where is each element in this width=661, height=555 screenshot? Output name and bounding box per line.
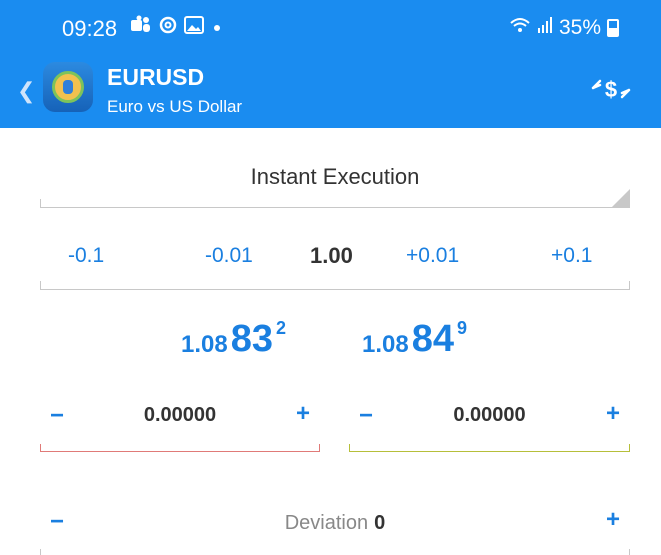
deviation-label: Deviation <box>284 512 369 534</box>
deviation-field[interactable]: Deviation 0 <box>40 512 630 535</box>
app-header: 09:28 35% ❮ EURUSD Euro vs US Dollar $ <box>0 0 661 128</box>
signal-icon <box>537 16 553 40</box>
stop-loss-plus-button[interactable]: + <box>296 400 310 428</box>
svg-text:$: $ <box>605 77 617 102</box>
battery-percent: 35% <box>558 16 601 39</box>
battery-icon <box>607 19 619 37</box>
volume-plus-small-button[interactable]: +0.01 <box>406 244 459 268</box>
status-right: 35% <box>509 16 619 40</box>
currency-exchange-icon[interactable]: $ <box>589 72 633 106</box>
volume-minus-small-button[interactable]: -0.01 <box>205 244 253 268</box>
deviation-plus-button[interactable]: + <box>606 506 620 534</box>
ask-price-fraction: 9 <box>457 318 468 338</box>
metatrader-logo <box>43 62 93 112</box>
bid-price: 1.08 83 2 <box>181 318 286 360</box>
take-profit-field: − 0.00000 + <box>349 392 630 452</box>
bid-price-main: 83 <box>230 318 273 360</box>
gallery-icon <box>184 16 204 41</box>
volume-control: -0.1 -0.01 1.00 +0.01 +0.1 <box>40 232 630 290</box>
volume-value[interactable]: 1.00 <box>310 243 353 269</box>
symbol-title: EURUSD <box>107 64 205 90</box>
status-bar: 09:28 35% <box>0 0 661 58</box>
deviation-value: 0 <box>374 512 386 534</box>
volume-plus-large-button[interactable]: +0.1 <box>551 244 592 268</box>
bid-price-prefix: 1.08 <box>181 331 228 358</box>
status-notification-icons <box>130 15 224 42</box>
stop-loss-field: − 0.00000 + <box>40 392 320 452</box>
teams-icon <box>130 15 152 42</box>
order-type-select[interactable]: Instant Execution <box>40 152 630 208</box>
ask-price: 1.08 84 9 <box>362 318 467 360</box>
take-profit-input[interactable]: 0.00000 <box>349 404 630 427</box>
deviation-control: − Deviation 0 + <box>40 504 630 555</box>
bid-price-fraction: 2 <box>276 318 287 338</box>
back-icon[interactable]: ❮ <box>17 78 35 104</box>
ask-price-main: 84 <box>411 318 454 360</box>
symbol-description: Euro vs US Dollar <box>107 97 243 116</box>
dropdown-corner-icon <box>612 189 630 207</box>
wifi-icon <box>509 16 531 40</box>
volume-minus-large-button[interactable]: -0.1 <box>68 244 104 268</box>
order-type-label: Instant Execution <box>250 164 420 189</box>
status-time: 09:28 <box>62 16 118 41</box>
take-profit-plus-button[interactable]: + <box>606 400 620 428</box>
ask-price-prefix: 1.08 <box>362 331 409 358</box>
stop-loss-input[interactable]: 0.00000 <box>40 404 320 427</box>
dot-icon <box>210 17 224 41</box>
threads-icon <box>158 15 178 42</box>
